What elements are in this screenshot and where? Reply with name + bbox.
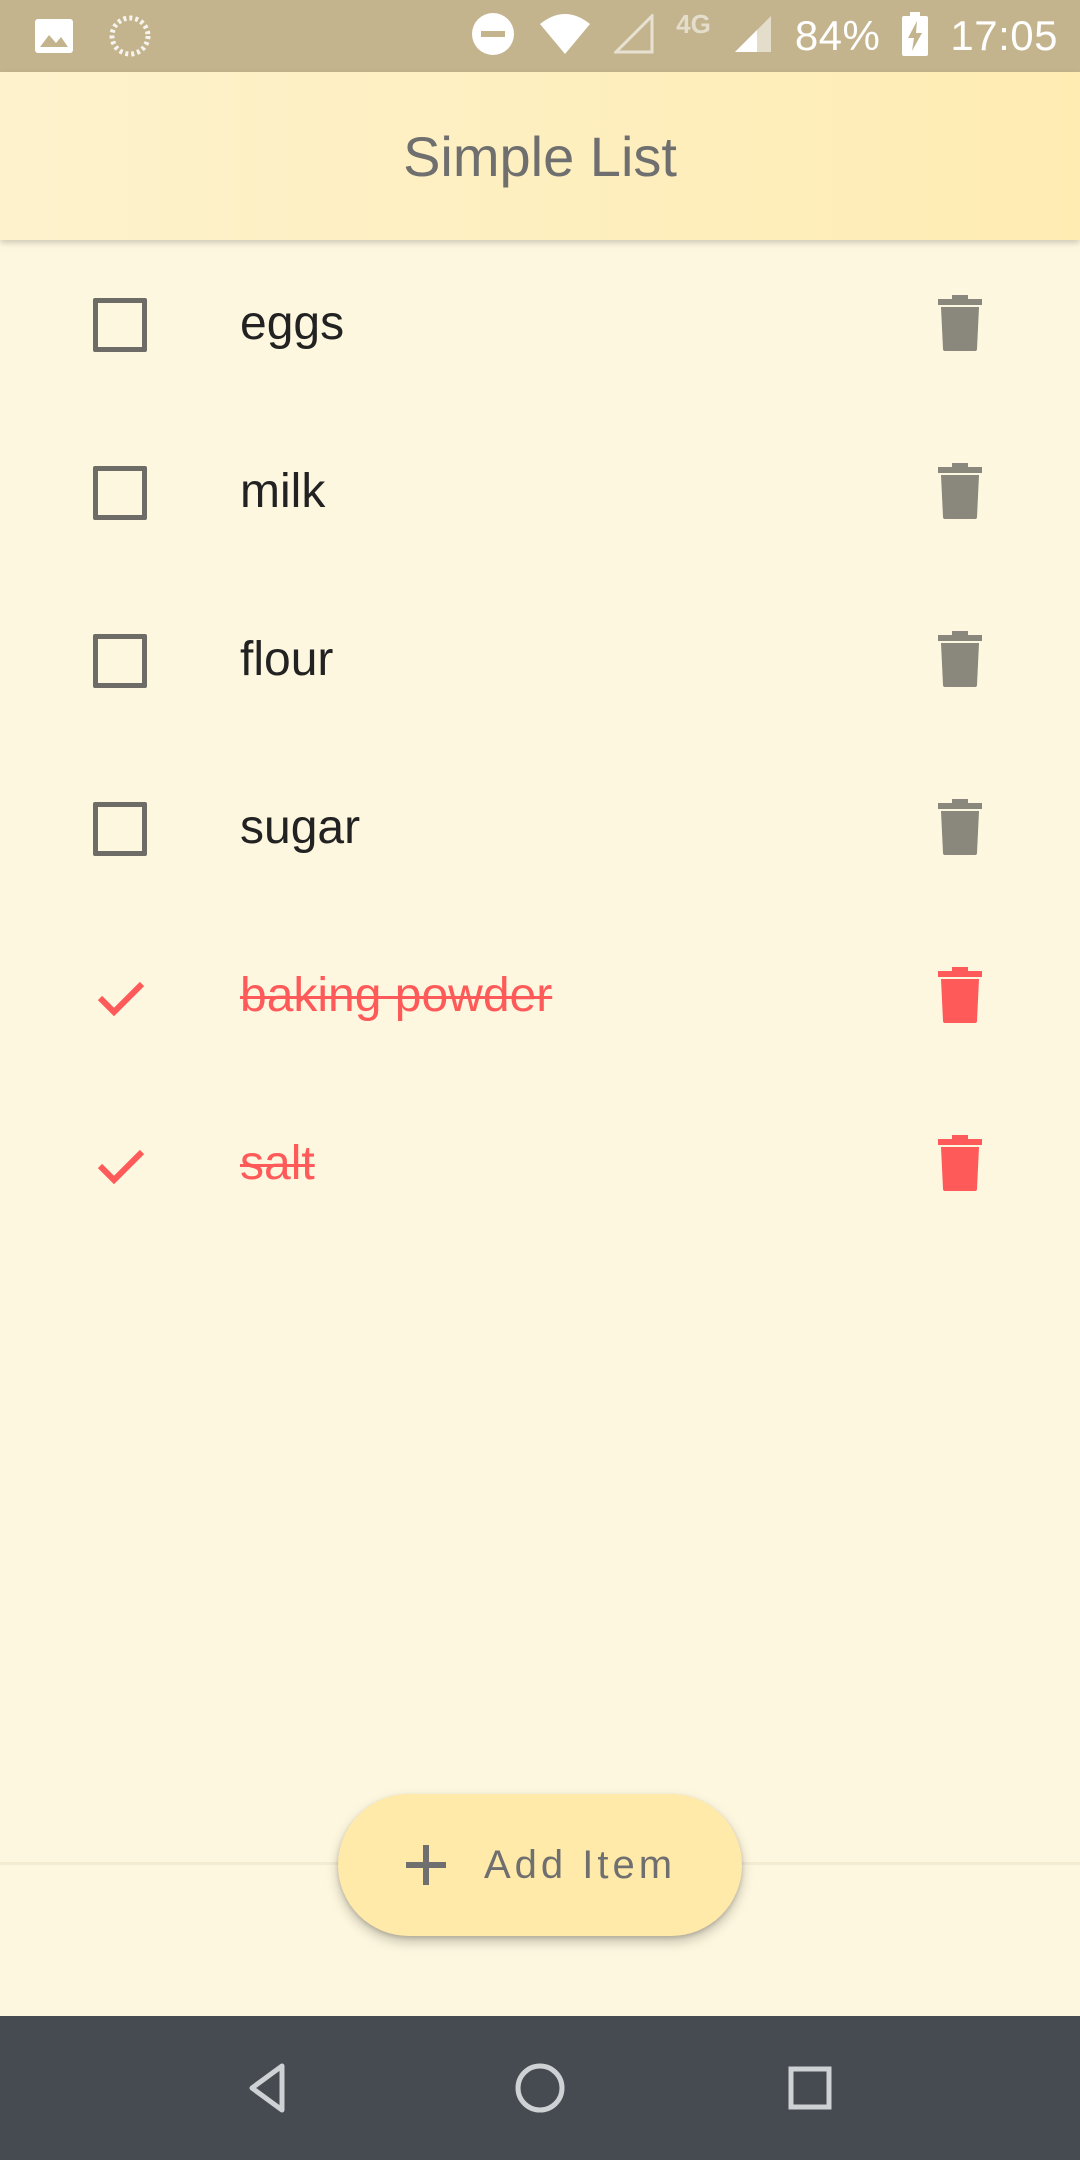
list-item[interactable]: baking powder — [0, 912, 1080, 1080]
shopping-list: eggs milk flour sugar baking powder salt — [0, 240, 1080, 1248]
add-item-button[interactable]: Add Item — [338, 1794, 742, 1936]
item-label: sugar — [240, 801, 361, 854]
battery-percent: 84% — [794, 12, 881, 59]
loading-icon — [108, 14, 152, 63]
app-bar: Simple List — [0, 72, 1080, 240]
checkbox-unchecked[interactable] — [93, 634, 147, 688]
back-icon[interactable] — [240, 2058, 300, 2118]
list-item[interactable]: milk — [0, 408, 1080, 576]
list-item[interactable]: flour — [0, 576, 1080, 744]
network-type: 4G — [676, 8, 711, 39]
list-item[interactable]: salt — [0, 1080, 1080, 1248]
checkbox-unchecked[interactable] — [93, 466, 147, 520]
do-not-disturb-icon — [470, 11, 516, 62]
check-icon[interactable] — [92, 968, 150, 1026]
navigation-bar — [0, 2016, 1080, 2160]
item-label: eggs — [240, 297, 345, 350]
item-label: baking powder — [240, 969, 553, 1022]
image-icon — [34, 16, 74, 61]
checkbox-unchecked[interactable] — [93, 298, 147, 352]
delete-icon[interactable] — [938, 463, 982, 519]
delete-icon[interactable] — [938, 967, 982, 1023]
status-bar: 4G 84% 17:05 — [0, 0, 1080, 72]
home-icon[interactable] — [510, 2058, 570, 2118]
plus-icon — [405, 1845, 446, 1885]
list-item[interactable]: eggs — [0, 240, 1080, 408]
clock: 17:05 — [950, 12, 1058, 59]
battery-charging-icon — [902, 11, 929, 61]
recents-icon[interactable] — [780, 2058, 840, 2118]
signal-empty-icon — [612, 11, 654, 59]
delete-icon[interactable] — [938, 1135, 982, 1191]
add-item-label: Add Item — [483, 1842, 677, 1887]
delete-icon[interactable] — [938, 295, 982, 351]
item-label: flour — [240, 633, 334, 686]
page-title: Simple List — [403, 124, 677, 188]
wifi-icon — [538, 12, 592, 61]
item-label: milk — [240, 465, 326, 518]
delete-icon[interactable] — [938, 799, 982, 855]
item-label: salt — [240, 1137, 315, 1190]
list-item[interactable]: sugar — [0, 744, 1080, 912]
checkbox-unchecked[interactable] — [93, 802, 147, 856]
check-icon[interactable] — [92, 1136, 150, 1194]
signal-icon — [733, 14, 773, 59]
delete-icon[interactable] — [938, 631, 982, 687]
